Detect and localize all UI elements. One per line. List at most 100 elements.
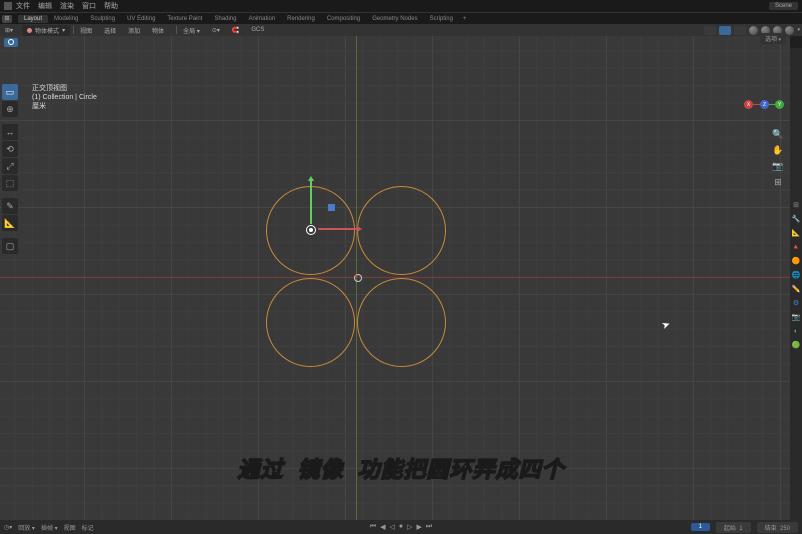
circle-object-4[interactable] [357,278,446,367]
properties-header [790,36,802,48]
workspace-tab-animation[interactable]: Animation [242,16,281,22]
prop-modifier-icon[interactable]: ✏️ [790,282,802,296]
editor-type-icon[interactable] [2,15,12,23]
jump-end-button[interactable]: ⏭ [426,523,432,531]
tool-annotate[interactable]: ✎ [2,198,18,214]
timeline-editor-icon[interactable]: ◷▾ [4,524,12,531]
menu-edit[interactable]: 编辑 [38,1,52,11]
workspace-tab-rendering[interactable]: Rendering [281,16,321,22]
prop-viewlayer-icon[interactable]: 📐 [790,226,802,240]
tool-scale[interactable]: ⤢ [2,158,18,174]
workspace-tab-shading[interactable]: Shading [208,16,242,22]
playback-menu[interactable]: 回放 ▾ [18,523,35,532]
gizmo-xy-plane[interactable] [328,204,335,211]
menu-window[interactable]: 窗口 [82,1,96,11]
properties-panel: ⊞ 🔧 📐 🔺 🟠 🌐 ✏️ ⚙ 📷 ◐ 🟢 [790,36,802,520]
workspace-tab-layout[interactable]: Layout [18,15,48,23]
tool-measure[interactable]: 📐 [2,215,18,231]
workspace-tab-uv[interactable]: UV Editing [121,16,161,22]
gizmo-toggle-icon[interactable] [704,26,716,35]
object-origin-icon [304,223,318,237]
start-frame-input[interactable]: 起始 1 [716,522,751,533]
camera-view-icon[interactable]: 📷 [772,160,784,172]
circle-object-3[interactable] [266,278,355,367]
app-logo-icon [4,2,12,10]
menu-file[interactable]: 文件 [16,1,30,11]
chevron-down-icon: ▾ [62,27,65,34]
xray-toggle-icon[interactable] [734,26,746,35]
pan-icon[interactable]: ✋ [772,144,784,156]
workspace-tab-compositing[interactable]: Compositing [321,16,366,22]
viewport-info: 正交顶视图 (1) Collection | Circle 厘米 [32,84,97,111]
pivot-dropdown[interactable]: ⊙▾ [209,27,223,34]
timeline-view-menu[interactable]: 视图 [64,523,76,532]
tool-cursor[interactable]: ⊕ [2,101,18,117]
jump-next-key-button[interactable]: ▶ [417,523,422,531]
menu-help[interactable]: 帮助 [104,1,118,11]
workspace-tab-sculpting[interactable]: Sculpting [84,16,121,22]
menu-render[interactable]: 渲染 [60,1,74,11]
tool-move[interactable]: ↔ [2,124,18,140]
nav-y-axis[interactable]: Y [775,100,784,109]
shading-wireframe-icon[interactable] [749,26,758,35]
prop-output-icon[interactable]: 🔧 [790,212,802,226]
workspace-tab-texture[interactable]: Texture Paint [161,16,208,22]
tool-rotate[interactable]: ⟲ [2,141,18,157]
workspace-tab-scripting[interactable]: Scripting [424,16,459,22]
play-reverse-button[interactable]: ◁ [389,523,394,531]
select-menu[interactable]: 选择 [101,26,119,35]
shading-rendered-icon[interactable] [785,26,794,35]
workspace-tab-modeling[interactable]: Modeling [48,16,84,22]
current-frame-input[interactable]: 1 [691,523,710,531]
view-menu[interactable]: 视图 [77,26,95,35]
prop-particles-icon[interactable]: ⚙ [790,296,802,310]
timeline-bar: ◷▾ 回放 ▾ 插帧 ▾ 视图 标记 ⏮ ◀ ◁ ● ▷ ▶ ⏭ 1 起始 1 … [0,520,802,534]
prop-scene-icon[interactable]: 🔺 [790,240,802,254]
navigation-gizmo[interactable]: X Z Y [744,84,784,124]
workspace-tab-geonodes[interactable]: Geometry Nodes [366,16,423,22]
record-button[interactable]: ● [399,523,403,531]
gizmo-y-axis[interactable] [310,180,312,224]
overlay-toggle-icon[interactable] [719,26,731,35]
object-mode-icon [27,28,32,33]
tool-add-cube[interactable]: ▢ [2,238,18,254]
view-name-label: 正交顶视图 [32,84,97,93]
prop-data-icon[interactable]: 🟢 [790,338,802,352]
gcs-label[interactable]: GCS [248,27,267,33]
prop-render-icon[interactable]: ⊞ [790,198,802,212]
tool-transform[interactable]: ⬚ [2,175,18,191]
gizmo-x-axis[interactable] [318,228,358,230]
jump-start-button[interactable]: ⏮ [370,523,376,531]
zoom-icon[interactable]: 🔍 [772,128,784,140]
mode-selector[interactable]: 物体模式 ▾ [22,25,70,36]
nav-z-axis[interactable]: Z [760,100,769,109]
play-button[interactable]: ▷ [407,523,412,531]
object-menu[interactable]: 物体 [149,26,167,35]
select-box-tool-icon[interactable] [4,38,18,47]
tool-select-box[interactable]: ▭ [2,84,18,100]
shading-dropdown-icon[interactable]: ▾ [797,27,800,33]
circle-object-2[interactable] [357,186,446,275]
prop-physics-icon[interactable]: 📷 [790,310,802,324]
scene-selector[interactable]: Scene [769,2,798,10]
end-frame-input[interactable]: 结束 250 [757,522,798,533]
jump-prev-key-button[interactable]: ◀ [380,523,385,531]
options-dropdown[interactable]: 选项 [760,33,786,44]
viewport-3d[interactable]: 正交顶视图 (1) Collection | Circle 厘米 ▭ ⊕ ↔ ⟲… [0,36,802,520]
left-toolbar: ▭ ⊕ ↔ ⟲ ⤢ ⬚ ✎ 📐 ▢ [2,84,18,254]
marker-menu[interactable]: 标记 [82,523,94,532]
add-workspace-button[interactable]: + [463,16,467,22]
keying-menu[interactable]: 插帧 ▾ [41,523,58,532]
nav-x-axis[interactable]: X [744,100,753,109]
add-menu[interactable]: 添加 [125,26,143,35]
prop-world-icon[interactable]: 🟠 [790,254,802,268]
collection-label: (1) Collection | Circle [32,93,97,102]
video-subtitle: 通过镜像功能把圆环弄成四个 [0,452,802,484]
orientation-dropdown[interactable]: 全局 ▾ [180,26,203,35]
scene-label: Scene [775,3,792,9]
prop-object-icon[interactable]: 🌐 [790,268,802,282]
snap-toggle[interactable]: 🧲 [229,27,242,34]
editor-dropdown-icon[interactable]: ⊞▾ [2,27,16,34]
prop-constraints-icon[interactable]: ◐ [790,324,802,338]
perspective-toggle-icon[interactable]: ⊞ [772,176,784,188]
